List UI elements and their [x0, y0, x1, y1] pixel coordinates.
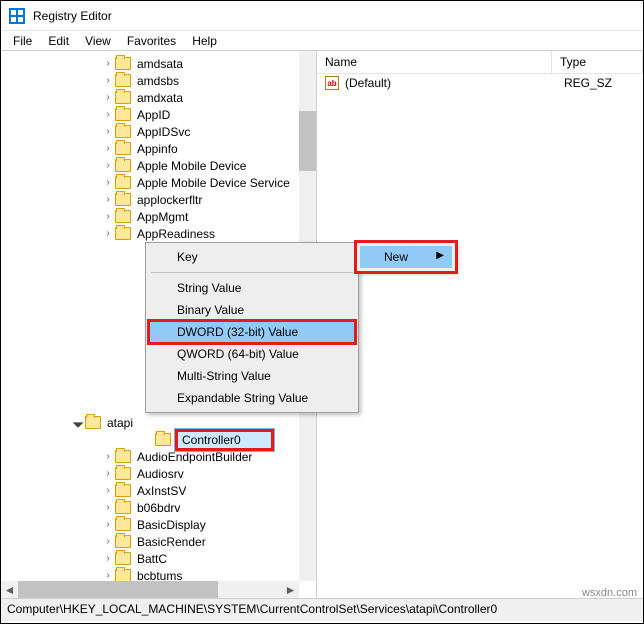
menu-bar: File Edit View Favorites Help: [1, 31, 643, 51]
tree-item[interactable]: b06bdrv: [135, 501, 182, 515]
context-submenu-new: Key String Value Binary Value DWORD (32-…: [145, 242, 359, 413]
expand-icon[interactable]: ›: [101, 58, 115, 69]
folder-icon: [115, 125, 131, 138]
expand-icon[interactable]: ›: [101, 160, 115, 171]
tree-item[interactable]: Audiosrv: [135, 467, 186, 481]
value-row[interactable]: ab (Default) REG_SZ: [317, 74, 643, 92]
values-pane: Name Type ab (Default) REG_SZ: [317, 51, 643, 598]
expand-icon[interactable]: ›: [101, 143, 115, 154]
tree-item[interactable]: applockerfltr: [135, 193, 204, 207]
column-name[interactable]: Name: [317, 51, 552, 73]
folder-icon: [115, 74, 131, 87]
expand-icon[interactable]: ›: [101, 194, 115, 205]
folder-icon: [115, 484, 131, 497]
submenu-arrow-icon: ▶: [436, 250, 444, 261]
expand-icon[interactable]: ›: [101, 502, 115, 513]
menu-item-key[interactable]: Key: [149, 246, 355, 268]
tree-item[interactable]: BasicDisplay: [135, 518, 208, 532]
folder-icon: [115, 176, 131, 189]
folder-icon: [115, 91, 131, 104]
scroll-right-icon[interactable]: ►: [282, 581, 299, 598]
expand-icon[interactable]: ›: [101, 228, 115, 239]
tree-item[interactable]: amdxata: [135, 91, 185, 105]
horizontal-scrollbar[interactable]: ◄ ►: [1, 581, 299, 598]
expand-icon[interactable]: ›: [101, 553, 115, 564]
tree-item[interactable]: AppMgmt: [135, 210, 190, 224]
expand-icon[interactable]: ›: [101, 92, 115, 103]
menu-item-string[interactable]: String Value: [149, 277, 355, 299]
tree-item[interactable]: Appinfo: [135, 142, 180, 156]
value-name: (Default): [345, 76, 564, 90]
menu-item-new[interactable]: New ▶: [360, 246, 452, 268]
folder-icon: [115, 142, 131, 155]
menu-item-multistring[interactable]: Multi-String Value: [149, 365, 355, 387]
expand-icon[interactable]: ›: [101, 536, 115, 547]
folder-icon: [115, 159, 131, 172]
tree-item[interactable]: BasicRender: [135, 535, 208, 549]
menu-help[interactable]: Help: [184, 32, 225, 50]
tree-item[interactable]: amdsbs: [135, 74, 181, 88]
scroll-left-icon[interactable]: ◄: [1, 581, 18, 598]
menu-item-qword[interactable]: QWORD (64-bit) Value: [149, 343, 355, 365]
tree-item[interactable]: BattC: [135, 552, 169, 566]
menu-item-label: New: [384, 250, 408, 264]
menu-edit[interactable]: Edit: [40, 32, 77, 50]
folder-icon: [115, 450, 131, 463]
scrollbar-thumb[interactable]: [299, 111, 316, 171]
folder-icon: [115, 57, 131, 70]
menu-item-dword[interactable]: DWORD (32-bit) Value: [149, 321, 355, 343]
value-type: REG_SZ: [564, 76, 635, 90]
menu-item-binary[interactable]: Binary Value: [149, 299, 355, 321]
tree-item[interactable]: Apple Mobile Device Service: [135, 176, 292, 190]
column-type[interactable]: Type: [552, 51, 643, 73]
scrollbar-thumb[interactable]: [18, 581, 218, 598]
menu-view[interactable]: View: [77, 32, 119, 50]
tree-item[interactable]: AppReadiness: [135, 227, 217, 241]
expand-icon[interactable]: ›: [101, 211, 115, 222]
expand-icon[interactable]: ›: [101, 485, 115, 496]
window-title: Registry Editor: [33, 9, 112, 23]
tree-item-atapi[interactable]: atapi: [105, 416, 135, 430]
folder-icon: [115, 467, 131, 480]
expand-icon[interactable]: ›: [101, 451, 115, 462]
expand-icon[interactable]: ›: [101, 570, 115, 581]
tree-item[interactable]: AudioEndpointBuilder: [135, 450, 254, 464]
expand-icon[interactable]: ›: [101, 126, 115, 137]
menu-file[interactable]: File: [5, 32, 40, 50]
folder-icon: [115, 227, 131, 240]
menu-item-expandstring[interactable]: Expandable String Value: [149, 387, 355, 409]
expand-icon[interactable]: ›: [101, 109, 115, 120]
folder-icon: [115, 501, 131, 514]
menu-favorites[interactable]: Favorites: [119, 32, 184, 50]
menu-separator: [151, 272, 353, 273]
context-menu: New ▶: [356, 242, 456, 272]
status-bar: Computer\HKEY_LOCAL_MACHINE\SYSTEM\Curre…: [1, 599, 643, 621]
expand-icon[interactable]: ›: [101, 75, 115, 86]
expand-icon[interactable]: ›: [101, 177, 115, 188]
folder-icon: [115, 518, 131, 531]
folder-icon: [115, 210, 131, 223]
folder-icon: [85, 416, 101, 429]
tree-item[interactable]: AxInstSV: [135, 484, 188, 498]
string-value-icon: ab: [325, 76, 339, 90]
title-bar: Registry Editor: [1, 1, 643, 31]
folder-icon: [115, 193, 131, 206]
tree-item[interactable]: Apple Mobile Device: [135, 159, 248, 173]
expand-icon[interactable]: ›: [101, 468, 115, 479]
folder-icon: [115, 552, 131, 565]
folder-icon: [115, 535, 131, 548]
expand-icon[interactable]: ›: [101, 519, 115, 530]
list-header: Name Type: [317, 51, 643, 74]
tree-item-controller0[interactable]: Controller0: [175, 429, 274, 451]
regedit-icon: [9, 8, 25, 24]
credit-text: wsxdn.com: [582, 587, 637, 599]
tree-item[interactable]: AppID: [135, 108, 172, 122]
tree-item[interactable]: amdsata: [135, 57, 185, 71]
tree-item[interactable]: AppIDSvc: [135, 125, 192, 139]
folder-icon: [155, 433, 171, 446]
folder-icon: [115, 108, 131, 121]
